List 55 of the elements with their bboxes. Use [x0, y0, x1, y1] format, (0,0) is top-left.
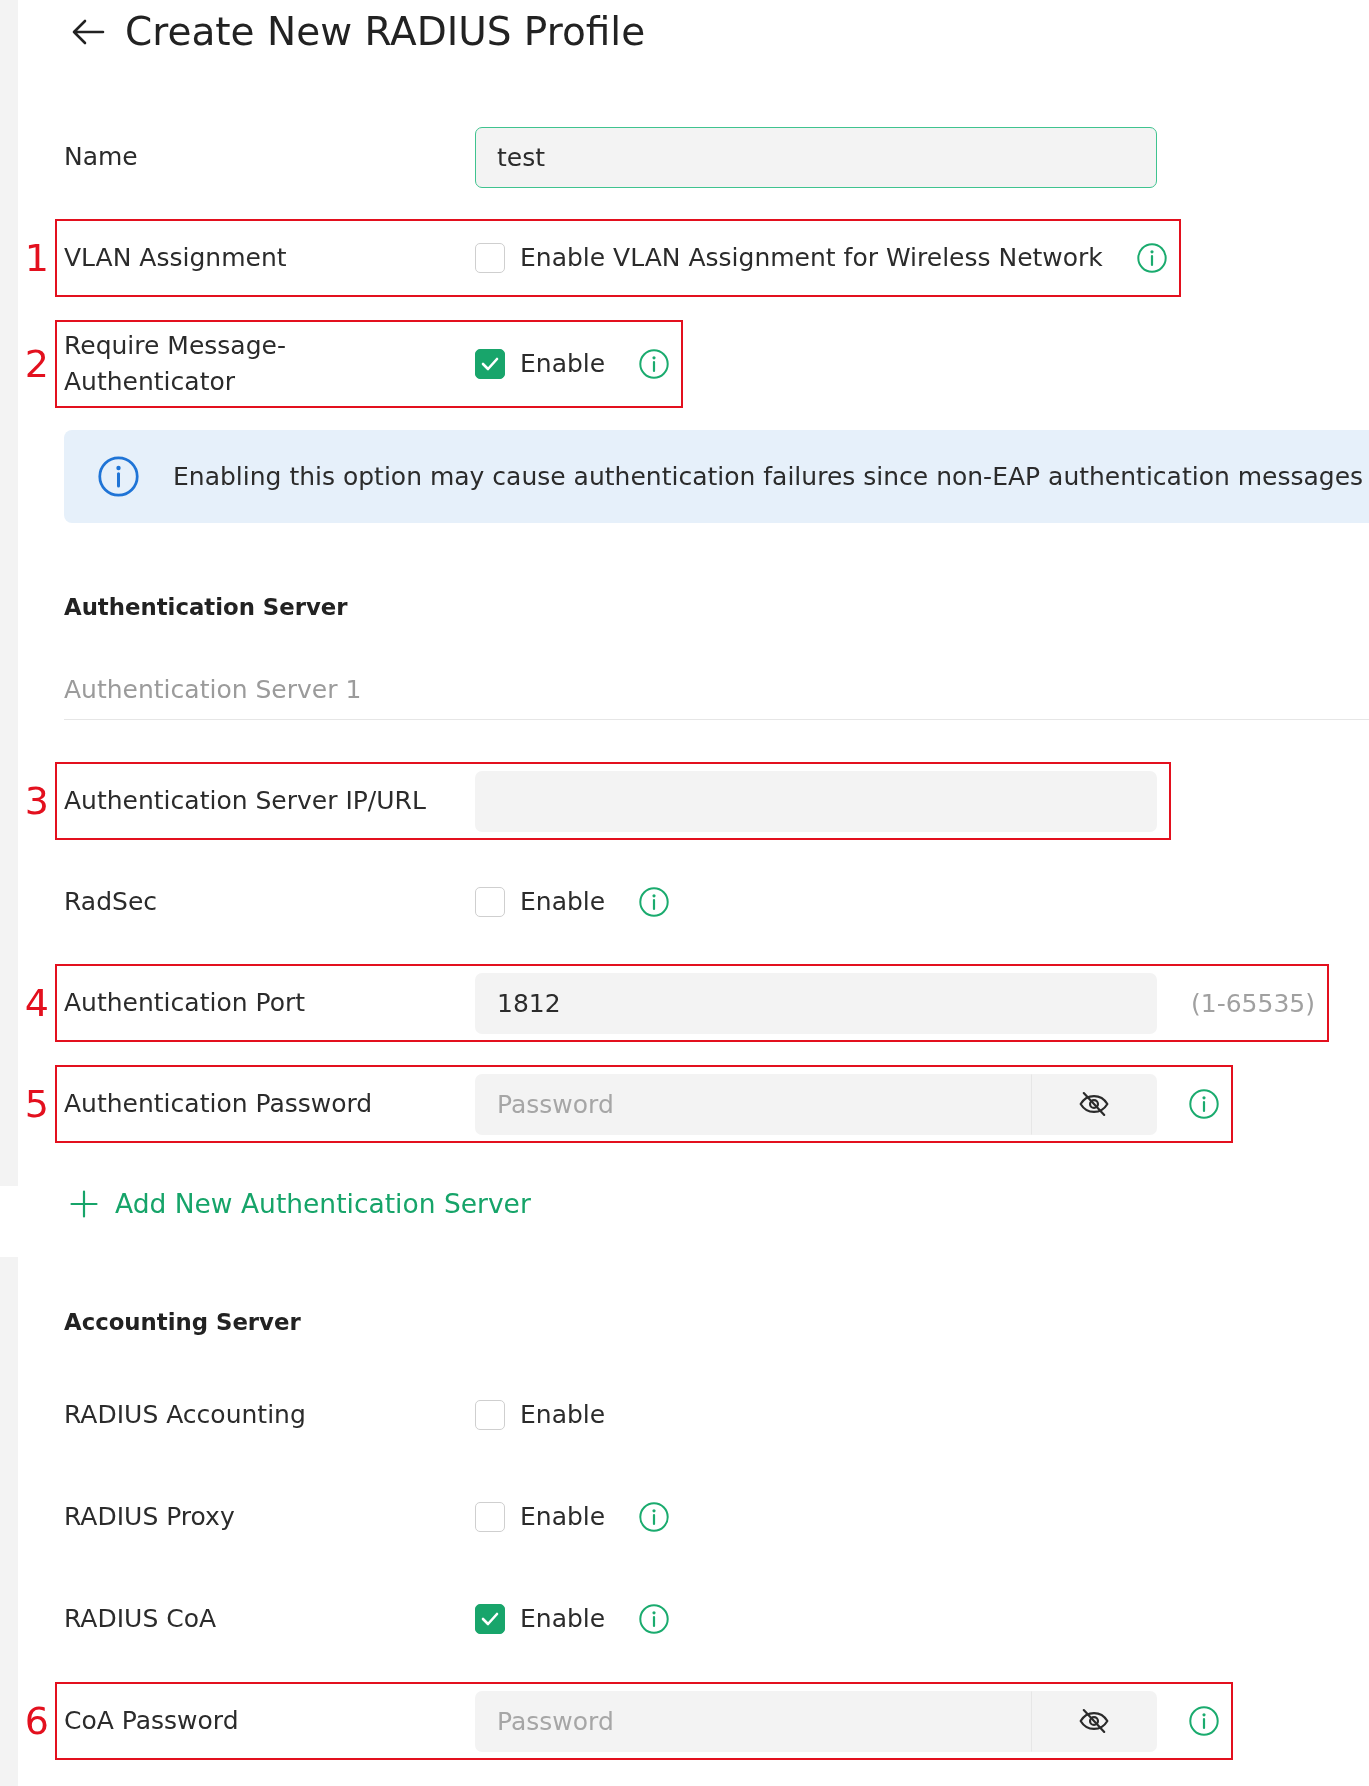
- checkbox-label[interactable]: Enable: [520, 884, 606, 920]
- checkbox[interactable]: [475, 1400, 505, 1430]
- info-icon[interactable]: [1189, 1706, 1219, 1736]
- notice-text: Enabling this option may cause authentication failures since non-EAP authentication messages: [173, 460, 1364, 493]
- checkbox-label[interactable]: Enable: [520, 1499, 606, 1535]
- info-icon[interactable]: [1189, 1089, 1219, 1119]
- field-label: Authentication Port: [64, 987, 306, 1019]
- checkbox[interactable]: [475, 1604, 505, 1634]
- checkbox[interactable]: [475, 349, 505, 379]
- info-icon[interactable]: [639, 887, 670, 917]
- annotation-number: 6: [24, 1699, 49, 1743]
- info-icon[interactable]: [639, 1502, 670, 1532]
- checkmark-icon: [481, 357, 499, 371]
- eye-slash-icon: [1079, 1708, 1109, 1734]
- field-label: RADIUS Accounting: [64, 1399, 306, 1431]
- field-label: VLAN Assignment: [64, 242, 287, 274]
- annotation-number: 1: [24, 236, 49, 280]
- field-label: RadSec: [64, 886, 157, 918]
- field-label: Require Message-Authenticator: [64, 330, 287, 398]
- annotation-number: 3: [24, 779, 49, 823]
- section-heading: Authentication Server: [64, 593, 348, 622]
- plus-icon: [70, 1190, 98, 1218]
- text-field[interactable]: 1812: [475, 972, 1157, 1034]
- checkmark-icon: [481, 1612, 499, 1626]
- checkbox-label[interactable]: Enable VLAN Assignment for Wireless Network: [520, 240, 1103, 276]
- field-label: Authentication Server IP/URL: [64, 785, 426, 817]
- section-heading: Accounting Server: [64, 1308, 301, 1337]
- checkbox[interactable]: [475, 887, 505, 917]
- password-field[interactable]: Password: [475, 1073, 1031, 1135]
- checkbox-label[interactable]: Enable: [520, 1397, 606, 1433]
- visibility-toggle-button[interactable]: [1031, 1073, 1157, 1135]
- info-icon[interactable]: [98, 456, 139, 497]
- field-label: RADIUS Proxy: [64, 1501, 235, 1533]
- text-field[interactable]: test: [475, 126, 1157, 188]
- server-title: Authentication Server 1: [64, 675, 362, 704]
- checkbox[interactable]: [475, 1502, 505, 1532]
- info-icon[interactable]: [639, 1604, 670, 1634]
- back-arrow-icon[interactable]: [71, 18, 105, 46]
- field-label: RADIUS CoA: [64, 1603, 217, 1635]
- range-hint: (1-65535): [1191, 988, 1315, 1018]
- annotation-number: 5: [24, 1082, 49, 1126]
- eye-slash-icon: [1079, 1091, 1109, 1117]
- field-label: CoA Password: [64, 1705, 239, 1737]
- info-icon[interactable]: [639, 349, 670, 379]
- visibility-toggle-button[interactable]: [1031, 1690, 1157, 1752]
- info-icon[interactable]: [1136, 243, 1167, 273]
- password-field[interactable]: Password: [475, 1690, 1031, 1752]
- checkbox[interactable]: [475, 243, 505, 273]
- field-label: Authentication Password: [64, 1088, 373, 1120]
- annotation-number: 4: [24, 981, 49, 1025]
- annotation-number: 2: [24, 342, 49, 386]
- field-label: Name: [64, 141, 138, 173]
- checkbox-label[interactable]: Enable: [520, 1601, 606, 1637]
- page-title: Create New RADIUS Profile: [125, 8, 646, 56]
- checkbox-label[interactable]: Enable: [520, 346, 606, 382]
